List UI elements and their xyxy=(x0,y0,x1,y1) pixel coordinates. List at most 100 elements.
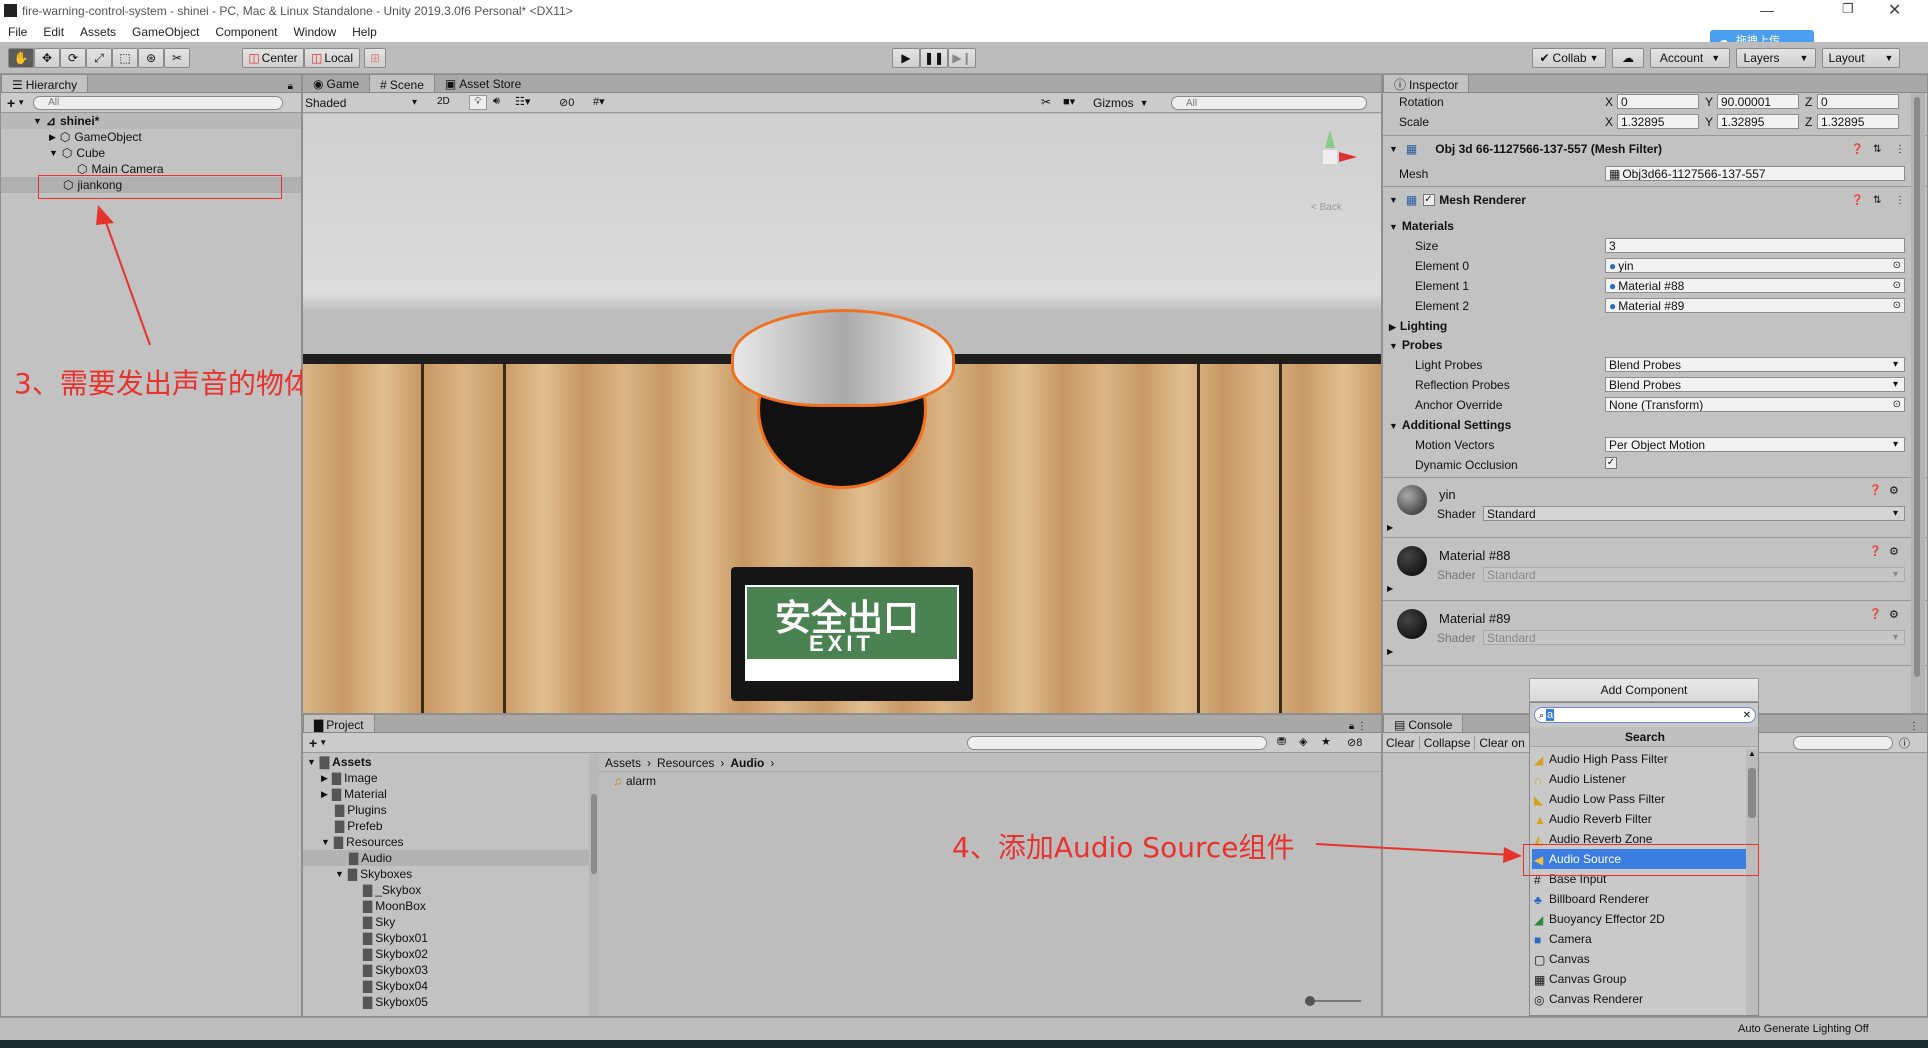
console-search-input[interactable] xyxy=(1793,736,1893,750)
preset-icon[interactable]: ⇅ xyxy=(1873,195,1881,206)
play-button[interactable]: ▶ xyxy=(892,48,920,68)
menu-window[interactable]: Window xyxy=(293,25,336,39)
gear-icon[interactable]: ⚙ xyxy=(1889,608,1899,621)
help-icon[interactable]: ❓ xyxy=(1869,485,1881,496)
preset-icon[interactable]: ⇅ xyxy=(1873,144,1881,155)
scrollbar-thumb[interactable] xyxy=(591,794,597,874)
motion-vectors-dropdown[interactable]: Per Object Motion xyxy=(1605,437,1905,452)
clear-search-icon[interactable]: ✕ xyxy=(1743,710,1751,721)
more-icon[interactable]: ⋮ xyxy=(1895,144,1905,155)
scene-viewport[interactable]: 安全出口 EXIT < Back xyxy=(303,114,1381,713)
favorite-icon[interactable]: ★ xyxy=(1321,735,1331,748)
create-button[interactable]: + xyxy=(7,95,15,111)
probes-foldout[interactable]: ▼ Probes xyxy=(1389,338,1443,352)
object-picker-icon[interactable]: ⊙ xyxy=(1893,260,1901,271)
gizmos-dropdown[interactable]: Gizmos ▼ xyxy=(1093,95,1157,110)
help-icon[interactable]: ❓ xyxy=(1869,609,1881,620)
step-button[interactable]: ▶❙ xyxy=(948,48,976,68)
shader-dropdown[interactable]: Standard xyxy=(1483,506,1905,521)
component-audio-listener[interactable]: ∩ Audio Listener xyxy=(1532,769,1746,789)
collapsed-arrow-icon[interactable]: ▶ xyxy=(49,132,56,143)
rotation-z-field[interactable]: 0 xyxy=(1817,94,1899,109)
hierarchy-item-gameobject[interactable]: ▶ ⬡ GameObject xyxy=(1,129,301,145)
expand-arrow-icon[interactable]: ▼ xyxy=(49,148,58,158)
folder-skybox04[interactable]: ▇ Skybox04 xyxy=(303,978,593,994)
tab-game[interactable]: ◉ Game xyxy=(303,74,369,92)
collapse-arrow-icon[interactable]: ▼ xyxy=(1389,144,1398,154)
object-picker-icon[interactable]: ⊙ xyxy=(1893,300,1901,311)
create-button[interactable]: + xyxy=(309,735,317,751)
component-search-input[interactable]: ⌕ a ✕ xyxy=(1534,707,1756,723)
materials-foldout[interactable]: ▼ Materials xyxy=(1389,219,1454,233)
rotate-tool-button[interactable]: ⟳ xyxy=(60,48,86,68)
scene-gizmo[interactable]: < Back xyxy=(1303,122,1373,213)
rotation-x-field[interactable]: 0 xyxy=(1617,94,1699,109)
folder-skyboxes[interactable]: ▼ ▇ Skyboxes xyxy=(303,866,593,882)
tab-asset-store[interactable]: ▣ Asset Store xyxy=(435,74,531,92)
layers-button[interactable]: Layers ▼ xyxy=(1736,48,1816,68)
help-icon[interactable]: ❓ xyxy=(1851,144,1863,155)
tab-scene[interactable]: # Scene xyxy=(369,74,435,92)
lock-icon[interactable]: 🔒︎ xyxy=(288,81,293,92)
additional-settings-foldout[interactable]: ▼ Additional Settings xyxy=(1389,418,1511,432)
snap-button[interactable]: ⊞ xyxy=(364,48,386,68)
mesh-filter-header[interactable]: ▼ ▦ Obj 3d 66-1127566-137-557 (Mesh Filt… xyxy=(1383,138,1927,160)
collapse-arrow-icon[interactable]: ▼ xyxy=(1389,195,1398,205)
scale-z-field[interactable]: 1.32895 xyxy=(1817,114,1899,129)
component-audio-reverb-filter[interactable]: ▲ Audio Reverb Filter xyxy=(1532,809,1746,829)
scene-root[interactable]: ▼ ⊿ shinei* xyxy=(1,113,301,129)
menu-component[interactable]: Component xyxy=(215,25,277,39)
zoom-slider-thumb[interactable] xyxy=(1305,996,1315,1006)
help-icon[interactable]: ❓ xyxy=(1869,546,1881,557)
console-collapse-button[interactable]: Collapse xyxy=(1424,735,1476,750)
layout-button[interactable]: Layout ▼ xyxy=(1822,48,1900,68)
light-probes-dropdown[interactable]: Blend Probes xyxy=(1605,357,1905,372)
rect-tool-button[interactable]: ⬚ xyxy=(112,48,138,68)
menu-assets[interactable]: Assets xyxy=(80,25,116,39)
menu-file[interactable]: File xyxy=(8,25,27,39)
component-canvas-group[interactable]: ▦ Canvas Group xyxy=(1532,969,1746,989)
folder-resources[interactable]: ▼ ▇ Resources xyxy=(303,834,593,850)
folder-image[interactable]: ▶ ▇ Image xyxy=(303,770,593,786)
object-picker-icon[interactable]: ⊙ xyxy=(1893,399,1901,410)
element-1-field[interactable]: ● Material #88 ⊙ xyxy=(1605,278,1905,293)
hierarchy-item-cube[interactable]: ▼ ⬡ Cube xyxy=(1,145,301,161)
anchor-override-field[interactable]: None (Transform) ⊙ xyxy=(1605,397,1905,412)
pivot-local-button[interactable]: ◫ Local xyxy=(304,48,360,68)
folder-skybox-underscore[interactable]: ▇ _Skybox xyxy=(303,882,593,898)
folder-material[interactable]: ▶ ▇ Material xyxy=(303,786,593,802)
scale-y-field[interactable]: 1.32895 xyxy=(1717,114,1799,129)
folder-skybox02[interactable]: ▇ Skybox02 xyxy=(303,946,593,962)
breadcrumb-resources[interactable]: Resources xyxy=(657,756,714,770)
audio-toggle-icon[interactable]: 🔊︎ xyxy=(493,95,500,108)
gizmo-y-axis[interactable] xyxy=(1325,130,1335,148)
console-clear-button[interactable]: Clear xyxy=(1386,735,1420,750)
component-audio-high-pass-filter[interactable]: ◢ Audio High Pass Filter xyxy=(1532,749,1746,769)
tools-icon[interactable]: ✂ xyxy=(1041,95,1051,109)
more-icon[interactable]: ⋮ xyxy=(1895,195,1905,206)
gear-icon[interactable]: ⚙ xyxy=(1889,484,1899,497)
component-list-scrollbar[interactable]: ▲ xyxy=(1746,749,1758,1015)
folder-moonbox[interactable]: ▇ MoonBox xyxy=(303,898,593,914)
scale-x-field[interactable]: 1.32895 xyxy=(1617,114,1699,129)
pause-button[interactable]: ❚❚ xyxy=(920,48,948,68)
filter-type-icon[interactable]: ⛃ xyxy=(1277,735,1286,748)
effects-toggle-icon[interactable]: ☷▾ xyxy=(515,95,530,108)
shading-mode-dropdown[interactable]: Shaded xyxy=(305,95,423,110)
tab-project[interactable]: ▇ Project xyxy=(303,715,375,732)
console-clear-on-play-button[interactable]: Clear on xyxy=(1479,736,1524,750)
enabled-checkbox[interactable]: ✓ xyxy=(1423,194,1436,206)
folder-skybox05[interactable]: ▇ Skybox05 xyxy=(303,994,593,1010)
cloud-button[interactable]: ☁ xyxy=(1612,48,1644,68)
maximize-button[interactable]: ❐ xyxy=(1842,1,1854,17)
breadcrumb-assets[interactable]: Assets xyxy=(605,756,641,770)
add-component-button[interactable]: Add Component xyxy=(1529,678,1759,702)
asset-file-alarm[interactable]: ♫ alarm xyxy=(599,772,1381,790)
move-tool-button[interactable]: ✥ xyxy=(34,48,60,68)
tab-console[interactable]: ▤ Console xyxy=(1383,715,1464,732)
filter-label-icon[interactable]: ◈ xyxy=(1299,735,1307,748)
component-buoyancy-effector-2d[interactable]: ◢ Buoyancy Effector 2D xyxy=(1532,909,1746,929)
zoom-slider[interactable] xyxy=(1305,996,1361,1006)
scroll-up-icon[interactable]: ▲ xyxy=(1746,749,1758,758)
tab-hierarchy[interactable]: ☰ Hierarchy xyxy=(1,74,89,92)
